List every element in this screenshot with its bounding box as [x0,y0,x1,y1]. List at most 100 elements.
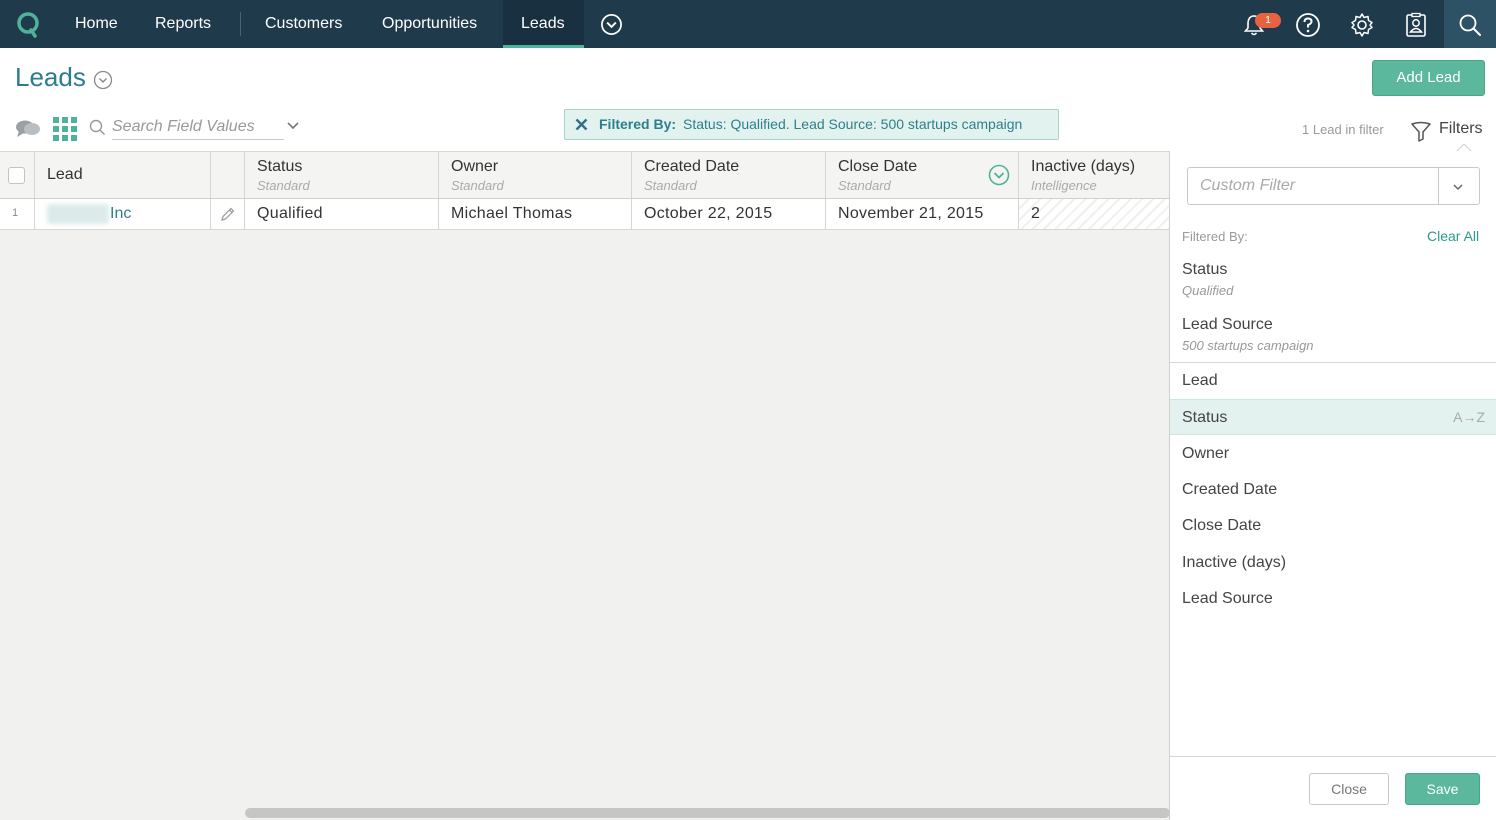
column-header-status[interactable]: Status Standard [245,152,439,198]
nav-home[interactable]: Home [57,0,136,48]
owner-cell[interactable]: Michael Thomas [439,199,632,229]
toolbar: Search Field Values Filtered By: Status:… [0,106,1496,152]
column-title: Status [257,158,303,175]
top-navigation: Home Reports Customers Opportunities Lea… [0,0,1496,48]
close-button[interactable]: Close [1309,773,1389,805]
column-header-close-date[interactable]: Close Date Standard [826,152,1019,198]
table-row[interactable]: 1 Inc Qualified Michael Thomas October 2… [0,199,1170,230]
leads-table: Lead Status Standard Owner Standard Crea… [0,152,1170,820]
row-number-cell: 1 [0,199,35,229]
filter-chip-text: Status: Qualified. Lead Source: 500 star… [683,116,1023,132]
page-title[interactable]: Leads [15,62,86,93]
global-search-button[interactable] [1444,0,1496,48]
column-type: Standard [838,178,891,193]
panel-footer: Close Save [1170,756,1496,820]
more-icon[interactable] [600,13,623,36]
filters-panel: Custom Filter Filtered By: Clear All Sta… [1169,151,1496,820]
filter-column-label: Status [1182,409,1228,426]
chevron-down-icon[interactable] [93,70,113,90]
filter-column-label: Lead [1182,372,1218,389]
add-lead-button[interactable]: Add Lead [1372,60,1485,96]
select-all-cell [0,152,35,198]
custom-filter-select[interactable]: Custom Filter [1187,167,1480,205]
created-date-value: October 22, 2015 [644,205,773,222]
close-icon[interactable] [575,118,588,131]
column-type: Standard [257,178,310,193]
status-value: Qualified [257,205,323,222]
filter-column-item[interactable]: Created Date [1170,472,1496,508]
column-title: Inactive (days) [1031,158,1136,175]
column-title: Created Date [644,158,740,175]
row-number: 1 [12,207,19,219]
select-divider [1438,168,1439,204]
search-input[interactable]: Search Field Values [112,114,284,140]
filter-column-label: Inactive (days) [1182,554,1287,571]
filter-column-item[interactable]: Owner [1170,436,1496,472]
page-header: Leads Add Lead [0,48,1496,106]
table-header-row: Lead Status Standard Owner Standard Crea… [0,152,1170,199]
filter-column-label: Owner [1182,445,1230,462]
inactive-days-cell: 2 [1019,199,1170,229]
nav-reports[interactable]: Reports [137,0,229,48]
edit-cell[interactable] [211,199,245,229]
close-date-value: November 21, 2015 [838,205,984,222]
column-type: Intelligence [1031,178,1097,193]
nav-leads[interactable]: Leads [503,0,584,48]
filter-column-item[interactable]: Lead [1170,363,1496,399]
nav-customers[interactable]: Customers [247,0,360,48]
horizontal-scrollbar[interactable] [245,808,1170,818]
close-date-cell[interactable]: November 21, 2015 [826,199,1019,229]
custom-filter-placeholder: Custom Filter [1200,177,1296,194]
filter-column-item[interactable]: Close Date [1170,508,1496,544]
active-filter-field[interactable]: Lead Source [1182,316,1273,334]
lead-name-link[interactable]: Inc [110,205,131,223]
active-filter-value: 500 startups campaign [1182,338,1314,353]
comments-icon[interactable] [15,118,41,140]
clear-all-link[interactable]: Clear All [1427,228,1479,244]
gear-icon[interactable] [1349,12,1375,38]
column-title: Lead [47,166,83,183]
created-date-cell[interactable]: October 22, 2015 [632,199,826,229]
filtered-by-label: Filtered By: [1182,229,1248,244]
active-filter-field[interactable]: Status [1182,261,1227,279]
filter-column-label: Close Date [1182,517,1262,534]
help-icon[interactable] [1295,12,1321,38]
filter-column-item[interactable]: Lead Source [1170,581,1496,617]
inactive-days-value: 2 [1031,205,1041,222]
column-type: Standard [451,178,504,193]
status-cell[interactable]: Qualified [245,199,439,229]
select-all-checkbox[interactable] [8,167,25,184]
redacted-lead-name [47,204,109,224]
pencil-icon[interactable] [219,206,236,223]
nav-divider [240,12,241,36]
filter-column-label: Created Date [1182,481,1278,498]
filter-column-item-selected[interactable]: Status A→Z [1170,399,1496,435]
filter-column-item[interactable]: Inactive (days) [1170,545,1496,581]
search-icon [1459,14,1481,36]
app-logo-icon[interactable] [14,10,42,38]
column-title: Close Date [838,158,918,175]
column-header-owner[interactable]: Owner Standard [439,152,632,198]
save-button[interactable]: Save [1405,773,1480,805]
column-header-lead[interactable]: Lead [35,152,211,198]
column-menu-icon[interactable] [988,164,1010,186]
column-type: Standard [644,178,697,193]
lead-cell[interactable]: Inc [35,199,211,229]
search-icon [89,119,106,136]
column-header-created-date[interactable]: Created Date Standard [632,152,826,198]
sort-az-hint[interactable]: A→Z [1453,409,1485,425]
nav-opportunities[interactable]: Opportunities [364,0,495,48]
filter-count: 1 Lead in filter [1302,122,1384,137]
column-title: Owner [451,158,499,175]
filter-chip-label: Filtered By: [599,116,677,132]
owner-value: Michael Thomas [451,205,573,222]
chevron-down-icon[interactable] [286,120,300,132]
filters-label: Filters [1439,120,1483,137]
active-filter-chip[interactable]: Filtered By: Status: Qualified. Lead Sou… [564,109,1059,140]
filter-funnel-icon [1411,121,1431,142]
column-header-inactive-days[interactable]: Inactive (days) Intelligence [1019,152,1170,198]
contact-card-icon[interactable] [1403,12,1429,38]
chevron-down-icon[interactable] [1451,181,1465,193]
filters-button[interactable]: Filters [1410,118,1490,142]
grid-view-icon[interactable] [53,117,77,141]
